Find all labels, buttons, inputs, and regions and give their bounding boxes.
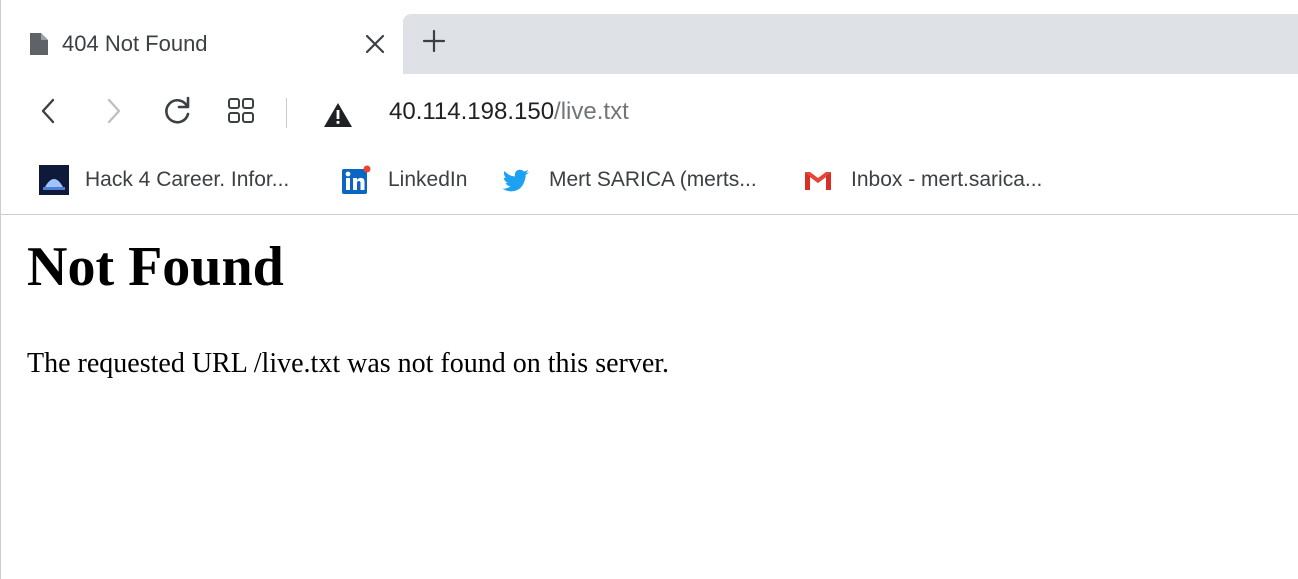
twitter-icon (502, 169, 529, 192)
address-bar-url[interactable]: 40.114.198.150/live.txt (389, 98, 629, 126)
linkedin-icon (342, 165, 371, 194)
plus-icon (422, 29, 446, 53)
new-tab-button[interactable] (417, 24, 451, 58)
tab-active[interactable]: 404 Not Found (11, 14, 403, 74)
warning-triangle-icon[interactable] (323, 102, 353, 128)
page-icon (30, 33, 48, 55)
bookmark-label: Inbox - mert.sarica... (851, 168, 1043, 191)
tab-strip: 404 Not Found (1, 0, 1298, 74)
url-host: 40.114.198.150 (389, 98, 555, 125)
toolbar-separator (286, 98, 287, 128)
tab-close-button[interactable] (361, 30, 389, 58)
close-icon (365, 34, 385, 54)
bookmark-twitter[interactable]: Mert SARICA (merts... (501, 164, 757, 196)
page-content: Not Found The requested URL /live.txt wa… (1, 215, 1298, 579)
bookmark-gmail[interactable]: Inbox - mert.sarica... (803, 164, 1042, 196)
bookmark-hack4career[interactable]: Hack 4 Career. Infor... (39, 164, 289, 196)
hack4career-favicon (39, 165, 69, 195)
bookmark-label: Mert SARICA (merts... (549, 168, 757, 191)
forward-arrow-icon (107, 98, 121, 124)
bookmark-linkedin[interactable]: LinkedIn (341, 164, 467, 196)
tab-title: 404 Not Found (62, 31, 208, 56)
url-path: /live.txt (554, 98, 629, 125)
gmail-icon (805, 172, 831, 190)
bookmark-label: LinkedIn (388, 168, 468, 191)
browser-window: 404 Not Found 40.114.198.150/live.txt Ha… (0, 0, 1298, 579)
back-arrow-icon (41, 98, 55, 124)
error-message: The requested URL /live.txt was not foun… (27, 348, 670, 379)
tab-strip-background (403, 14, 1298, 74)
forward-button[interactable] (97, 94, 131, 128)
apps-button[interactable] (224, 94, 258, 128)
reload-icon (165, 96, 190, 124)
page-heading: Not Found (27, 236, 284, 298)
bookmark-label: Hack 4 Career. Infor... (85, 168, 290, 191)
back-button[interactable] (31, 94, 65, 128)
navigation-toolbar: 40.114.198.150/live.txt (1, 74, 1298, 156)
apps-grid-icon (228, 98, 254, 123)
reload-button[interactable] (161, 94, 195, 128)
bookmarks-bar: Hack 4 Career. Infor... LinkedIn Mert SA… (1, 156, 1298, 215)
